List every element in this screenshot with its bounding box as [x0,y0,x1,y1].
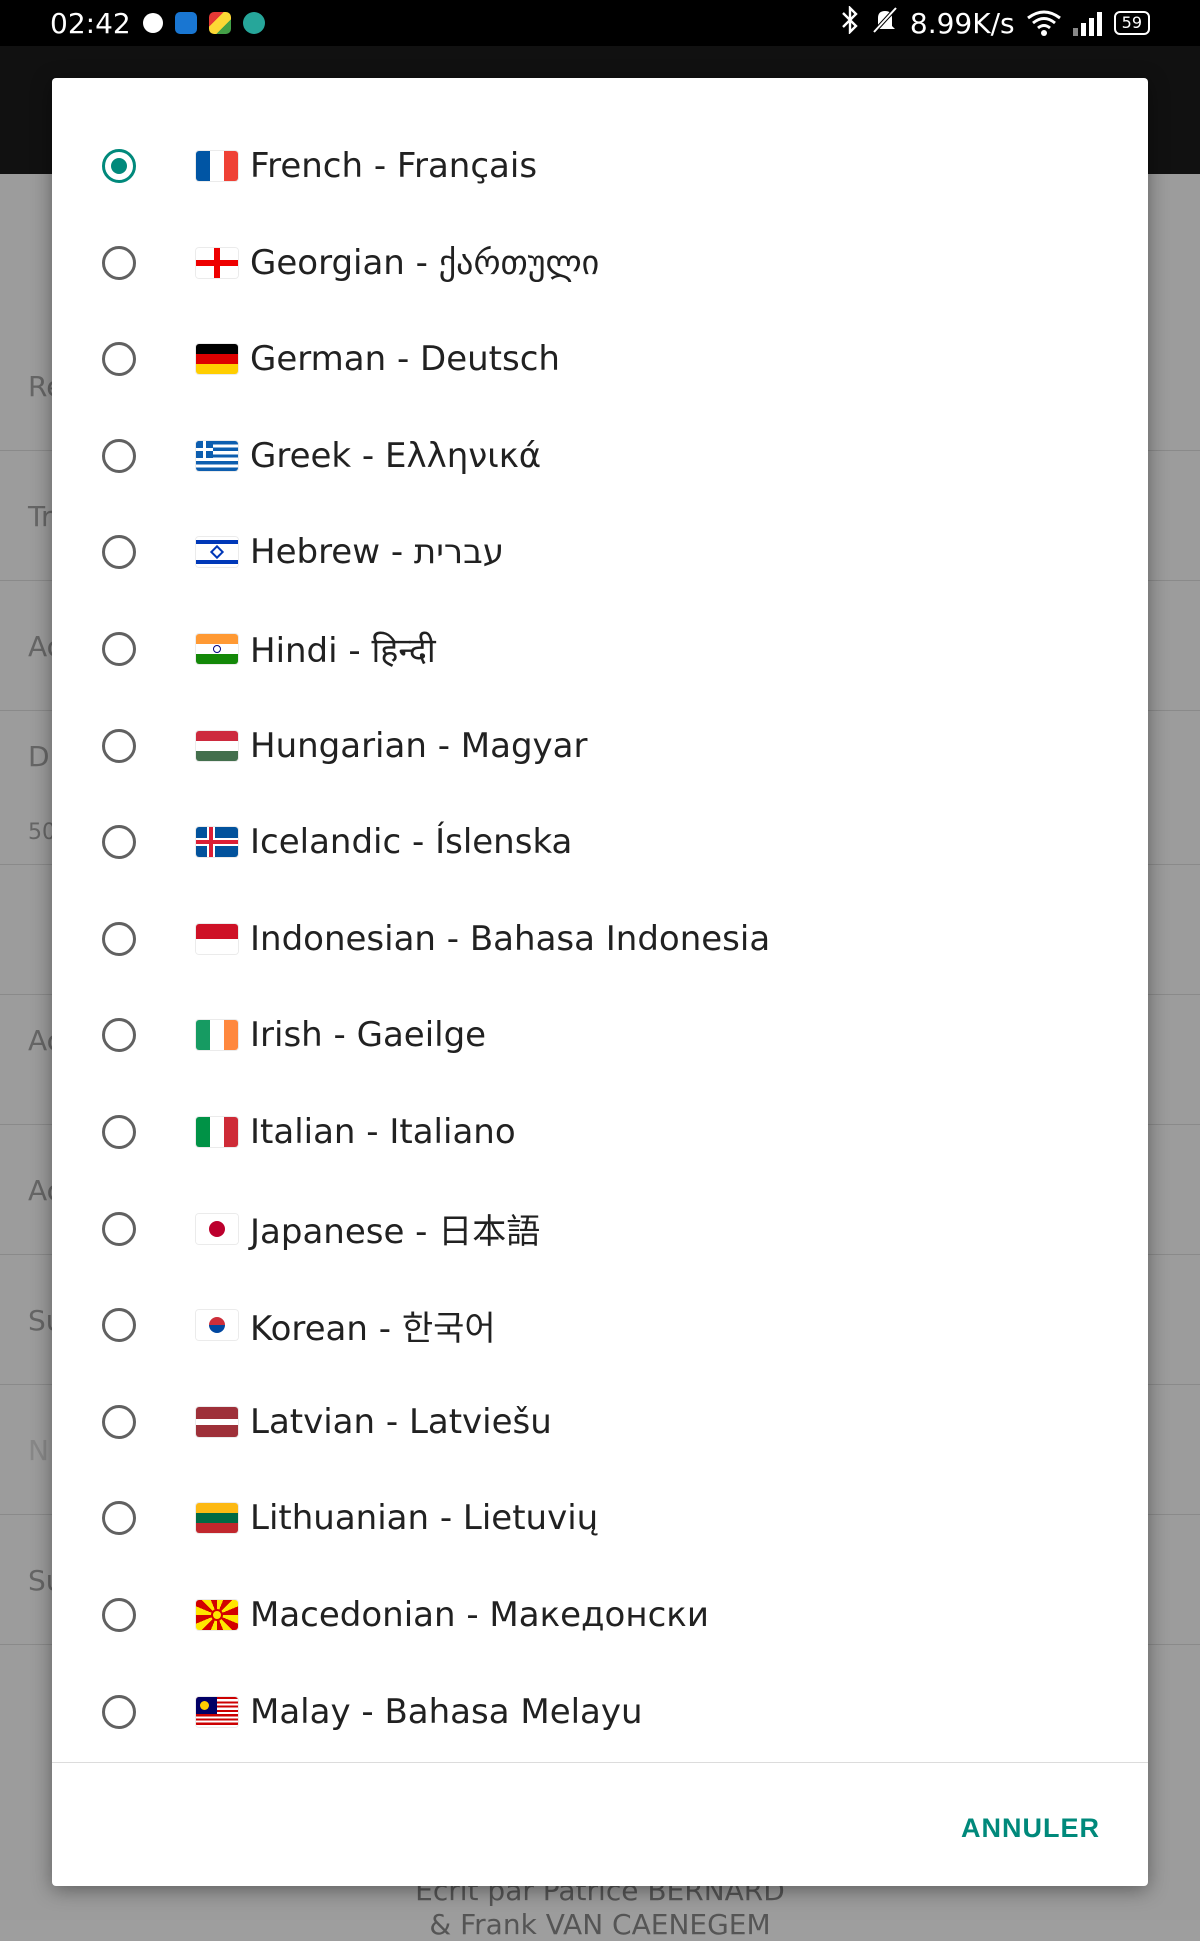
language-label: Hebrew - עברית [250,532,505,573]
puzzle-icon [208,12,231,34]
wifi-icon [1026,10,1061,36]
radio-button[interactable] [102,1308,136,1343]
language-label: French - Français [250,146,538,186]
language-label: Indonesian - Bahasa Indonesia [250,918,771,959]
network-speed: 8.99K/s [909,6,1015,40]
radio-button[interactable] [102,1115,136,1149]
battery-icon: 59 [1113,11,1150,35]
language-dialog: French - Français Georgian - ქართული Germa… [52,78,1148,1886]
radio-button[interactable] [102,1501,136,1536]
radio-button[interactable] [102,1018,136,1053]
radio-button[interactable] [102,728,136,763]
flag-ge-icon [196,247,238,278]
language-label: Lithuanian - Lietuvių [250,1498,599,1539]
language-label: Latvian - Latviešu [250,1401,552,1442]
language-label: Korean - 한국어 [250,1308,496,1349]
radio-button[interactable] [102,1598,136,1632]
language-label: German - Deutsch [250,339,560,380]
clock: 02:42 [50,6,131,40]
m-badge-icon [242,12,265,34]
language-option[interactable]: Icelandic - Íslenska [52,794,1148,890]
notification-blue-icon [174,12,197,34]
mute-icon [872,6,898,41]
language-label: Greek - Ελληνικά [250,435,542,476]
signal-icon [1072,10,1102,36]
language-option[interactable]: Hungarian - Magyar [52,698,1148,794]
language-option[interactable]: Georgian - ქართული [52,215,1148,311]
radio-button[interactable] [102,535,136,570]
flag-lv-icon [196,1406,238,1437]
radio-button[interactable] [102,1694,136,1729]
language-option[interactable]: Hindi - हिन्दी [52,601,1148,697]
status-bar-left: 02:42 [50,7,265,40]
radio-button[interactable] [102,438,136,473]
language-option[interactable]: Latvian - Latviešu [52,1374,1148,1470]
language-label: Georgian - ქართული [250,242,600,283]
flag-kr-icon [196,1310,238,1341]
language-option[interactable]: Japanese - 日本語 [52,1181,1148,1277]
radio-button[interactable] [102,921,136,956]
flag-gr-icon [196,440,238,471]
language-label: Icelandic - Íslenska [250,822,573,863]
flag-ie-icon [196,1020,238,1051]
flag-de-icon [196,344,238,375]
face-icon [142,13,163,33]
radio-button[interactable] [102,1211,136,1246]
language-option[interactable]: Macedonian - Македонски [52,1567,1148,1663]
bg-row-text: Tr [28,500,53,533]
language-list[interactable]: French - Français Georgian - ქართული Germa… [52,78,1148,1762]
flag-il-icon [196,537,238,568]
flag-hu-icon [196,730,238,761]
flag-it-icon [196,1117,238,1147]
flag-id-icon [196,923,238,954]
flag-mk-icon [196,1600,238,1630]
cancel-button[interactable]: ANNULER [961,1813,1100,1844]
flag-lt-icon [196,1503,238,1534]
flag-in-icon [196,634,238,664]
language-option[interactable]: Hebrew - עברית [52,504,1148,600]
language-label: Hindi - हिन्दी [250,631,436,671]
dialog-divider [52,1762,1148,1763]
language-option[interactable]: Irish - Gaeilge [52,987,1148,1083]
bluetooth-icon [840,4,860,41]
language-label: Macedonian - Македонски [250,1595,709,1635]
language-label: Japanese - 日本語 [250,1212,541,1253]
status-bar: 02:42 8.99K/s 59 [0,0,1200,46]
language-option[interactable]: Indonesian - Bahasa Indonesia [52,891,1148,987]
radio-button[interactable] [102,825,136,860]
flag-is-icon [196,827,238,858]
radio-button-selected[interactable] [102,149,136,183]
language-option[interactable]: Italian - Italiano [52,1084,1148,1180]
credits-line: & Frank VAN CAENEGEM [429,1908,771,1941]
flag-my-icon [196,1696,238,1727]
flag-jp-icon [196,1213,238,1244]
language-option[interactable]: German - Deutsch [52,311,1148,407]
bg-row-text: N [28,1434,49,1467]
language-label: Malay - Bahasa Melayu [250,1691,643,1732]
radio-button[interactable] [102,632,136,666]
language-option[interactable]: French - Français [52,118,1148,214]
language-option[interactable]: Malay - Bahasa Melayu [52,1664,1148,1760]
radio-button[interactable] [102,1404,136,1439]
radio-button[interactable] [102,342,136,377]
radio-button[interactable] [102,245,136,280]
status-bar-right: 8.99K/s 59 [840,4,1150,41]
language-label: Irish - Gaeilge [250,1015,487,1056]
flag-fr-icon [196,151,238,181]
language-option[interactable]: Lithuanian - Lietuvių [52,1470,1148,1566]
language-option[interactable]: Greek - Ελληνικά [52,408,1148,504]
language-label: Hungarian - Magyar [250,725,588,766]
language-option[interactable]: Korean - 한국어 [52,1277,1148,1373]
language-label: Italian - Italiano [250,1112,516,1152]
